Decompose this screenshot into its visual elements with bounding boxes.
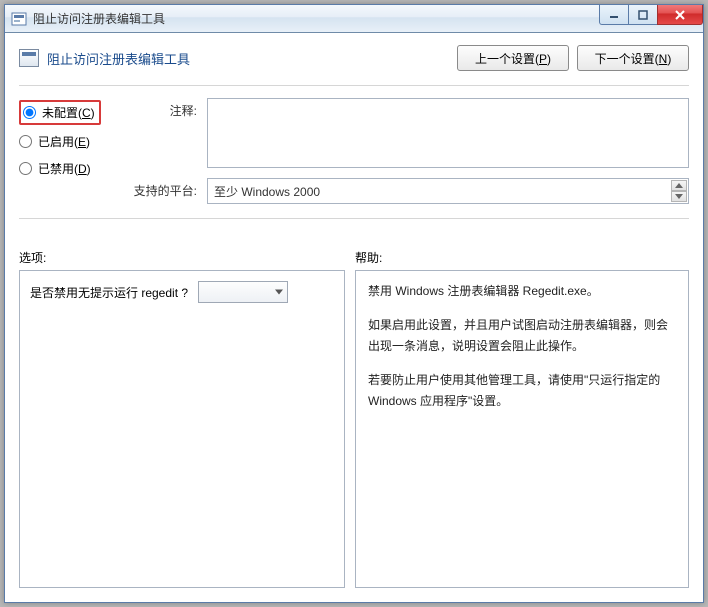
radio-enabled-input[interactable] <box>19 135 32 148</box>
close-button[interactable] <box>657 5 703 25</box>
scroll-down-button[interactable] <box>671 191 687 202</box>
comment-input[interactable] <box>207 98 689 168</box>
minimize-button[interactable] <box>599 5 629 25</box>
client-area: 阻止访问注册表编辑工具 上一个设置(P) 下一个设置(N) 未配置(C) <box>5 33 703 602</box>
lower-row: 是否禁用无提示运行 regedit ? 禁用 Windows 注册表编辑器 Re… <box>19 270 689 588</box>
section-labels: 选项: 帮助: <box>19 249 689 266</box>
comment-label: 注释: <box>127 98 197 119</box>
help-paragraph: 若要防止用户使用其他管理工具，请使用"只运行指定的 Windows 应用程序"设… <box>368 370 676 411</box>
config-row: 未配置(C) 已启用(E) 已禁用(D) 注释: 支持的平 <box>19 98 689 204</box>
options-label: 选项: <box>19 249 355 266</box>
minimize-icon <box>609 10 619 20</box>
chevron-down-icon <box>675 194 683 199</box>
scroll-up-button[interactable] <box>671 180 687 191</box>
radio-group: 未配置(C) 已启用(E) 已禁用(D) <box>19 98 109 204</box>
radio-not-configured-input[interactable] <box>23 106 36 119</box>
policy-icon <box>11 11 27 27</box>
window: 阻止访问注册表编辑工具 阻止访问注册表编辑工具 <box>4 4 704 603</box>
help-panel: 禁用 Windows 注册表编辑器 Regedit.exe。 如果启用此设置，并… <box>355 270 689 588</box>
highlighted-radio: 未配置(C) <box>19 100 101 125</box>
divider <box>19 218 689 219</box>
maximize-icon <box>638 10 648 20</box>
help-label: 帮助: <box>355 249 382 266</box>
option-combo[interactable] <box>198 281 288 303</box>
radio-disabled-input[interactable] <box>19 162 32 175</box>
radio-not-configured[interactable]: 未配置(C) <box>23 104 95 121</box>
radio-enabled[interactable]: 已启用(E) <box>19 133 109 150</box>
platforms-box: 至少 Windows 2000 <box>207 178 689 204</box>
option-question: 是否禁用无提示运行 regedit ? <box>30 284 188 301</box>
window-controls <box>600 5 703 25</box>
maximize-button[interactable] <box>628 5 658 25</box>
platforms-label: 支持的平台: <box>127 178 197 199</box>
chevron-up-icon <box>675 183 683 188</box>
radio-disabled[interactable]: 已禁用(D) <box>19 160 109 177</box>
policy-header-icon <box>19 49 39 67</box>
previous-setting-button[interactable]: 上一个设置(P) <box>457 45 569 71</box>
help-paragraph: 如果启用此设置，并且用户试图启动注册表编辑器，则会出现一条消息，说明设置会阻止此… <box>368 315 676 356</box>
divider <box>19 85 689 86</box>
options-panel: 是否禁用无提示运行 regedit ? <box>19 270 345 588</box>
header-row: 阻止访问注册表编辑工具 上一个设置(P) 下一个设置(N) <box>19 45 689 71</box>
close-icon <box>674 9 686 21</box>
help-paragraph: 禁用 Windows 注册表编辑器 Regedit.exe。 <box>368 281 676 301</box>
titlebar: 阻止访问注册表编辑工具 <box>5 5 703 33</box>
platforms-value: 至少 Windows 2000 <box>214 185 320 199</box>
page-title: 阻止访问注册表编辑工具 <box>47 49 190 68</box>
next-setting-button[interactable]: 下一个设置(N) <box>577 45 689 71</box>
window-title: 阻止访问注册表编辑工具 <box>33 10 165 27</box>
